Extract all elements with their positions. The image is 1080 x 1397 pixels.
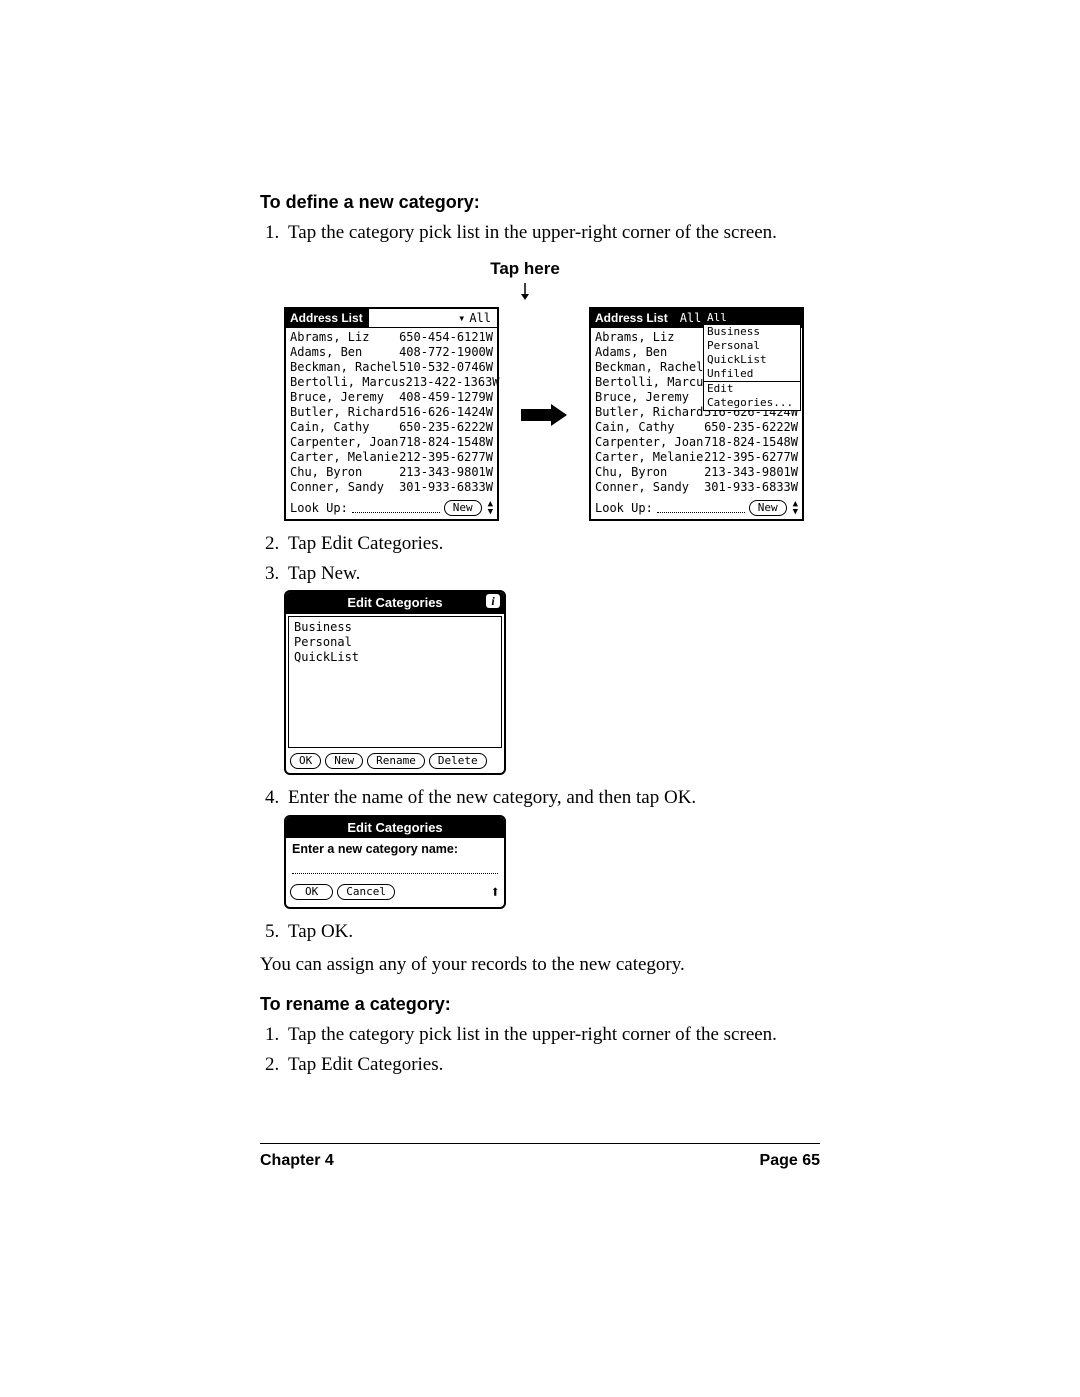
heading-define-category: To define a new category:	[260, 190, 820, 214]
lookup-label: Look Up:	[595, 500, 653, 516]
address-list-title: Address List	[591, 309, 674, 327]
shift-icon: ⬆	[490, 881, 500, 903]
category-menu-item[interactable]: Personal	[704, 339, 800, 353]
page-footer: Chapter 4 Page 65	[260, 1143, 820, 1172]
footer-chapter: Chapter 4	[260, 1150, 334, 1172]
define-step-5: Tap OK.	[284, 919, 820, 945]
category-name-input[interactable]	[292, 861, 498, 874]
category-item[interactable]: Personal	[294, 635, 496, 650]
dialog-prompt: Enter a new category name:	[292, 842, 498, 857]
lookup-label: Look Up:	[290, 500, 348, 516]
dialog-title: Edit Categories	[347, 594, 442, 612]
list-item: Adams, Ben408-772-1900W	[290, 345, 493, 360]
rename-step-2: Tap Edit Categories.	[284, 1052, 820, 1078]
ok-button[interactable]: OK	[290, 884, 333, 900]
lookup-input[interactable]	[352, 502, 440, 513]
define-step-2: Tap Edit Categories.	[284, 531, 820, 557]
address-list-title: Address List	[286, 309, 369, 327]
new-button[interactable]: New	[325, 753, 363, 769]
list-item: Chu, Byron213-343-9801W	[595, 465, 798, 480]
list-item: Chu, Byron213-343-9801W	[290, 465, 493, 480]
define-step-1: Tap the category pick list in the upper-…	[284, 220, 820, 246]
figure-address-list-pair: Address List ▾ All Abrams, Liz650-454-61…	[260, 307, 820, 521]
list-item: Carpenter, Joan718-824-1548W	[595, 435, 798, 450]
list-item: Carpenter, Joan718-824-1548W	[290, 435, 493, 450]
category-list: Business Personal QuickList	[288, 616, 502, 748]
scroll-arrows-icon[interactable]: ▲▼	[793, 500, 798, 516]
rename-button[interactable]: Rename	[367, 753, 425, 769]
ok-button[interactable]: OK	[290, 753, 321, 769]
category-menu-edit[interactable]: Edit Categories...	[704, 381, 800, 410]
list-item: Bruce, Jeremy408-459-1279W	[290, 390, 493, 405]
list-item: Bertolli, Marcus213-422-1363W	[290, 375, 493, 390]
list-item: Carter, Melanie212-395-6277W	[290, 450, 493, 465]
info-icon[interactable]: i	[486, 594, 500, 608]
define-step-4: Enter the name of the new category, and …	[284, 785, 820, 811]
rename-step-1: Tap the category pick list in the upper-…	[284, 1022, 820, 1048]
list-item: Butler, Richard516-626-1424W	[290, 405, 493, 420]
dropdown-icon: ▾	[458, 310, 465, 326]
list-item: Abrams, Liz650-454-6121W	[290, 330, 493, 345]
list-item: Conner, Sandy301-933-6833W	[595, 480, 798, 495]
category-menu-item[interactable]: QuickList	[704, 353, 800, 367]
category-menu-item[interactable]: Unfiled	[704, 367, 800, 381]
contact-list: Abrams, Liz650-454-6121W Adams, Ben408-7…	[286, 328, 497, 497]
category-menu-item[interactable]: All	[704, 311, 800, 325]
palm-address-list-right: Address List All All Business Personal Q…	[589, 307, 804, 521]
cancel-button[interactable]: Cancel	[337, 884, 395, 900]
heading-rename-category: To rename a category:	[260, 992, 820, 1016]
post-define-paragraph: You can assign any of your records to th…	[260, 952, 820, 978]
scroll-arrows-icon[interactable]: ▲▼	[488, 500, 493, 516]
list-item: Cain, Cathy650-235-6222W	[290, 420, 493, 435]
edit-categories-dialog: Edit Categories i Business Personal Quic…	[284, 590, 506, 775]
tap-here-label: Tap here	[410, 258, 640, 301]
list-item: Conner, Sandy301-933-6833W	[290, 480, 493, 495]
dialog-title: Edit Categories	[347, 819, 442, 837]
list-item: Cain, Cathy650-235-6222W	[595, 420, 798, 435]
list-item: Beckman, Rachel510-532-0746W	[290, 360, 493, 375]
define-step-3: Tap New.	[284, 561, 820, 587]
new-category-dialog: Edit Categories Enter a new category nam…	[284, 815, 506, 909]
list-item: Carter, Melanie212-395-6277W	[595, 450, 798, 465]
category-item[interactable]: Business	[294, 620, 496, 635]
palm-address-list-left: Address List ▾ All Abrams, Liz650-454-61…	[284, 307, 499, 521]
category-picklist[interactable]: ▾ All	[369, 309, 497, 327]
lookup-input[interactable]	[657, 502, 745, 513]
category-menu-item[interactable]: Business	[704, 325, 800, 339]
new-contact-button[interactable]: New	[749, 500, 787, 516]
arrow-down-icon	[519, 283, 531, 301]
category-item[interactable]: QuickList	[294, 650, 496, 665]
footer-page: Page 65	[760, 1150, 820, 1172]
arrow-right-icon	[521, 394, 567, 434]
new-contact-button[interactable]: New	[444, 500, 482, 516]
category-menu: All Business Personal QuickList Unfiled …	[703, 310, 801, 411]
delete-button[interactable]: Delete	[429, 753, 487, 769]
